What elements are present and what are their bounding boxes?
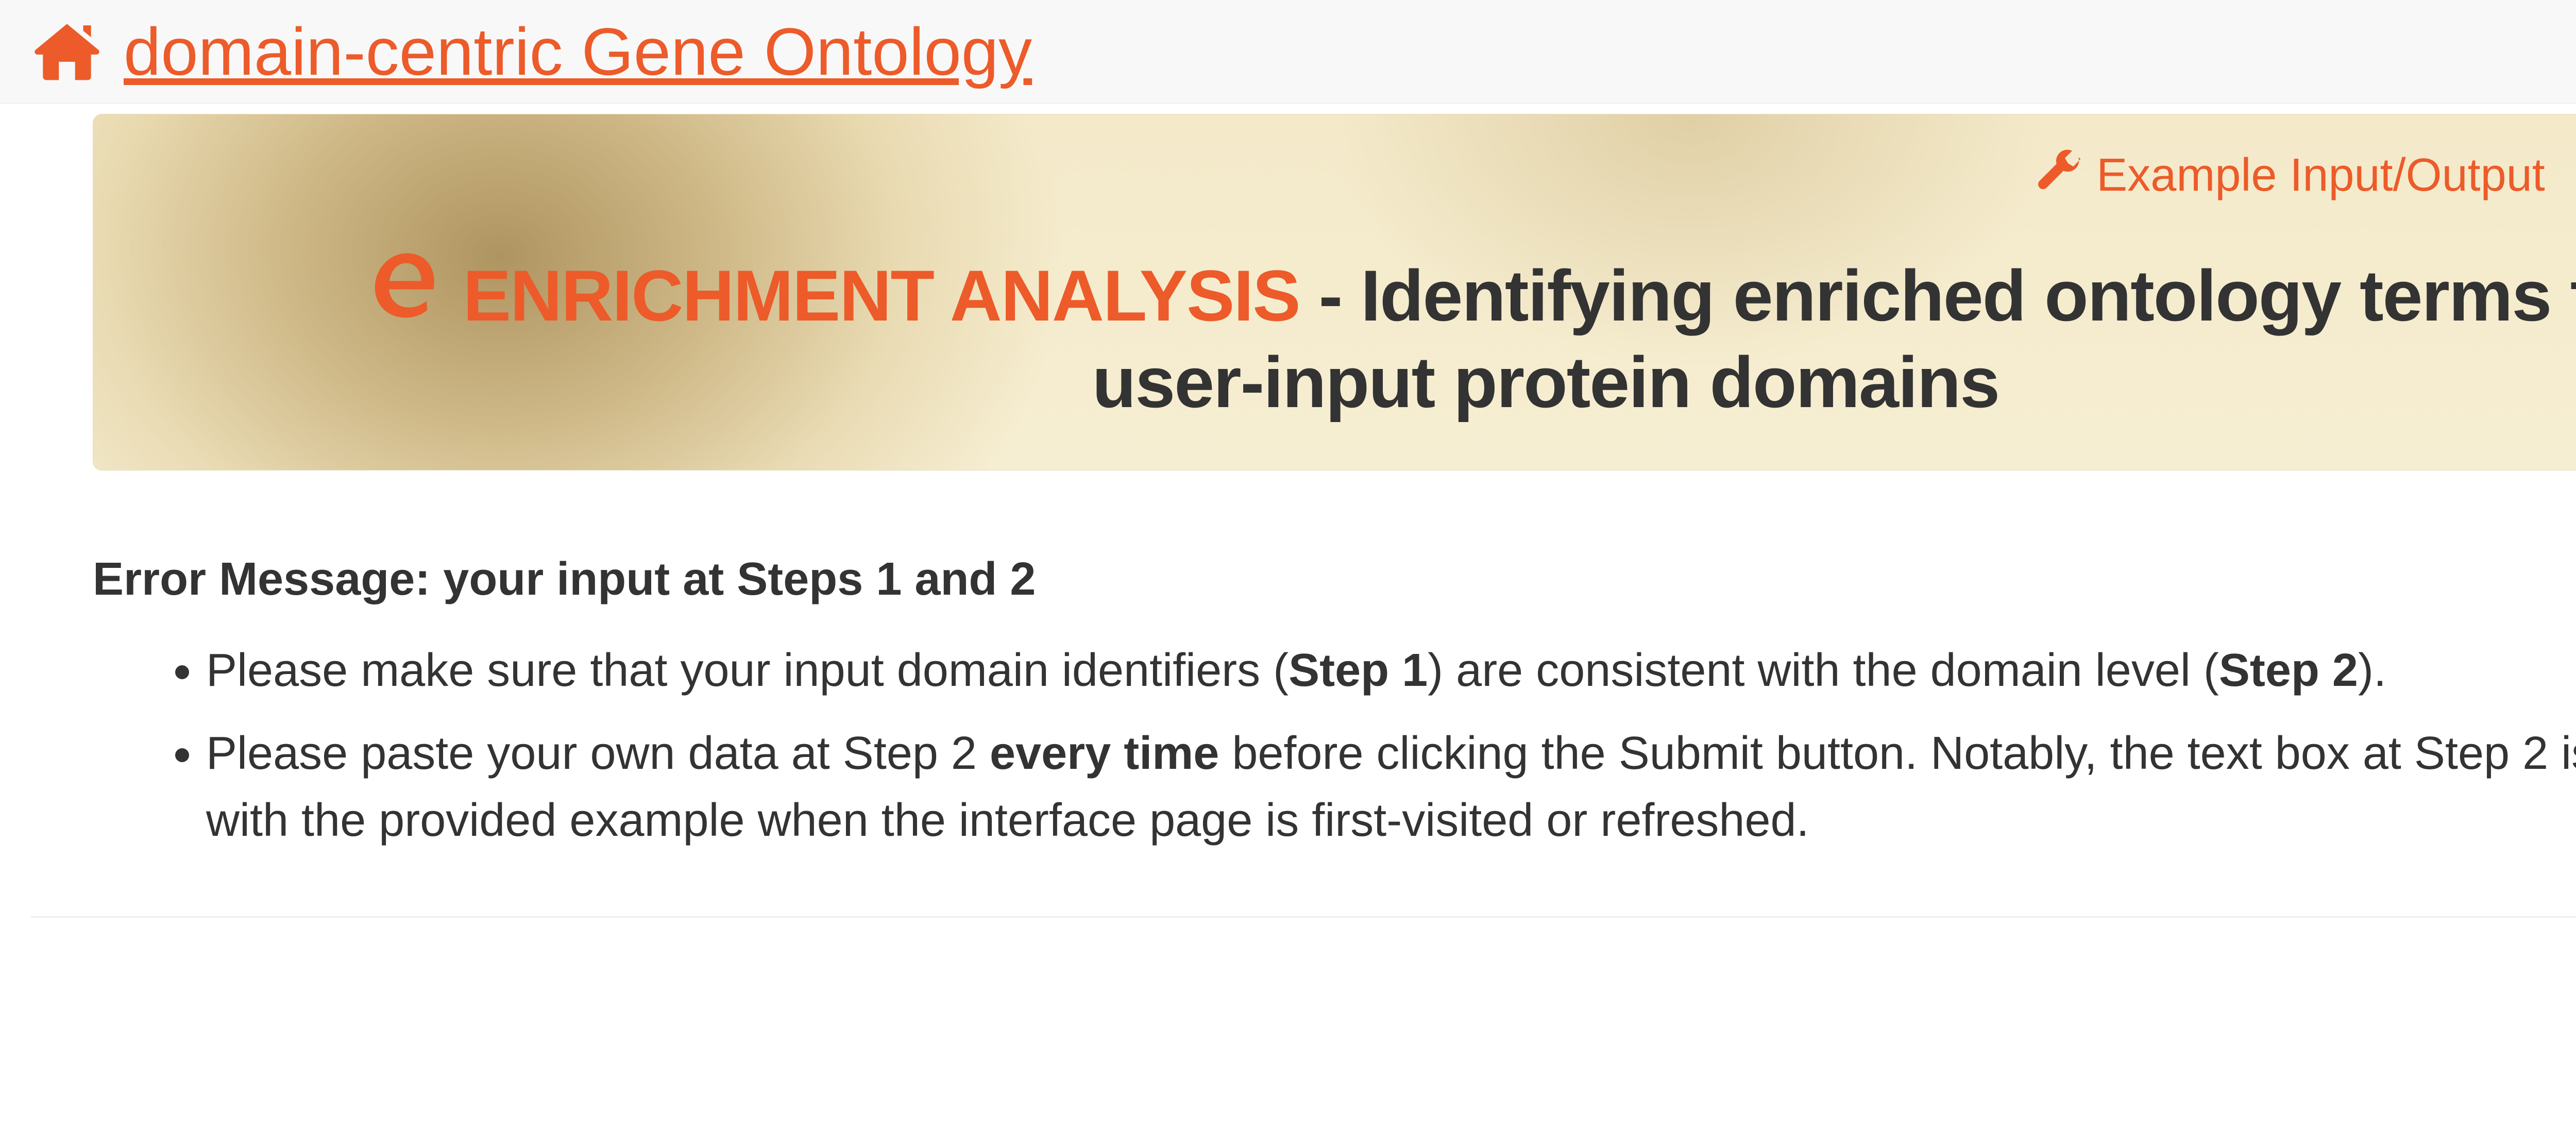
title-dash: - [1300,255,1361,336]
brand-link[interactable]: domain-centric Gene Ontology [31,15,1032,88]
divider [31,916,2576,918]
home-icon [31,15,103,88]
error-bullet-1: Please make sure that your input domain … [206,637,2576,704]
edge-e-icon [365,247,443,341]
error-heading: Error Message: your input at Steps 1 and… [93,553,2576,606]
brand-text: domain-centric Gene Ontology [124,18,1032,85]
page-title: ENRICHMENT ANALYSIS - Identifying enrich… [140,247,2576,424]
hero-link-row: Example Input/Output User Manual [140,145,2576,206]
hero-banner: Example Input/Output User Manual ENRICHM… [93,114,2576,470]
error-block: Error Message: your input at Steps 1 and… [93,553,2576,854]
example-io-label: Example Input/Output [2096,149,2545,202]
error-bullet-2: Please paste your own data at Step 2 eve… [206,720,2576,854]
navbar: domain-centric Gene Ontology [0,0,2576,104]
wrench-icon [2035,145,2084,206]
title-accent: ENRICHMENT ANALYSIS [463,255,1300,336]
error-list: Please make sure that your input domain … [93,637,2576,854]
title-rest-2: user-input protein domains [1092,342,1999,423]
example-io-link[interactable]: Example Input/Output [2035,145,2545,206]
title-rest-1: Identifying enriched ontology terms from [1361,255,2576,336]
